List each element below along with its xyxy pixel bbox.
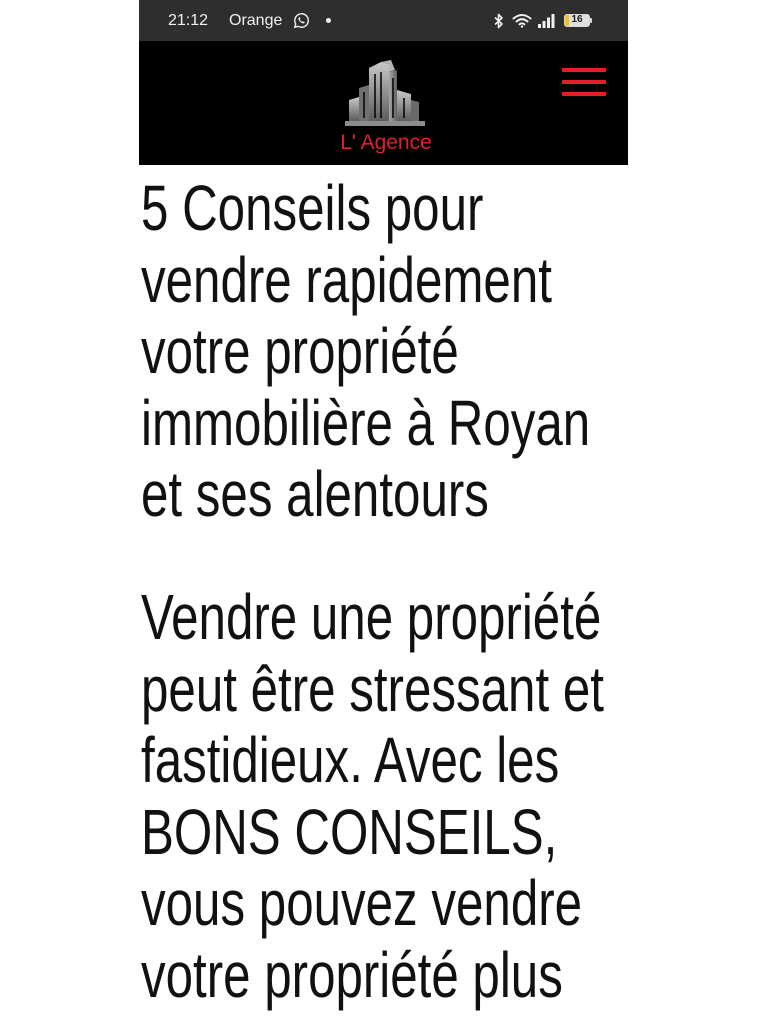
- battery-nub: [590, 18, 592, 23]
- article-intro-line: vous pouvez vendre: [141, 867, 583, 939]
- hamburger-menu-icon[interactable]: [562, 68, 606, 96]
- article-intro-line: Vendre une propriété: [141, 581, 602, 653]
- article-intro-line: peut être stressant et: [141, 652, 604, 725]
- menu-bar: [562, 92, 606, 96]
- article-title-line: 5 Conseils pour: [141, 172, 484, 244]
- phone-screen: 21:12 Orange 16 L' Agence 5 Conseils pou…: [139, 0, 628, 1024]
- article-title: 5 Conseils pour vendre rapidement votre …: [141, 172, 628, 531]
- battery-icon: 16: [564, 14, 590, 27]
- site-header: L' Agence: [139, 41, 628, 165]
- article-title-line: votre propriété: [141, 315, 459, 387]
- status-time: 21:12: [168, 12, 209, 29]
- article-intro-line: BONS CONSEILS,: [141, 795, 558, 868]
- article-title-line: immobilière à Royan: [141, 386, 591, 459]
- article-title-line: et ses alentours: [141, 458, 489, 530]
- home-logo-link[interactable]: L' Agence: [319, 51, 449, 161]
- notification-dot-icon: [326, 18, 331, 23]
- bluetooth-icon: [494, 13, 503, 29]
- article-intro-line: fastidieux. Avec les: [141, 724, 560, 796]
- article-title-line: vendre rapidement: [141, 243, 552, 316]
- signal-icon: [538, 14, 555, 28]
- status-bar: 21:12 Orange 16: [139, 0, 628, 41]
- article-intro: Vendre une propriété peut être stressant…: [141, 581, 628, 1011]
- menu-bar: [562, 68, 606, 72]
- status-carrier: Orange: [229, 12, 283, 29]
- logo-text: L' Agence: [340, 131, 432, 154]
- whatsapp-icon: [293, 13, 309, 29]
- article-intro-line: votre propriété plus: [141, 938, 563, 1011]
- menu-bar: [562, 80, 606, 84]
- battery-level: 16: [571, 14, 583, 25]
- wifi-icon: [512, 14, 532, 28]
- buildings-logo-icon: [345, 60, 425, 126]
